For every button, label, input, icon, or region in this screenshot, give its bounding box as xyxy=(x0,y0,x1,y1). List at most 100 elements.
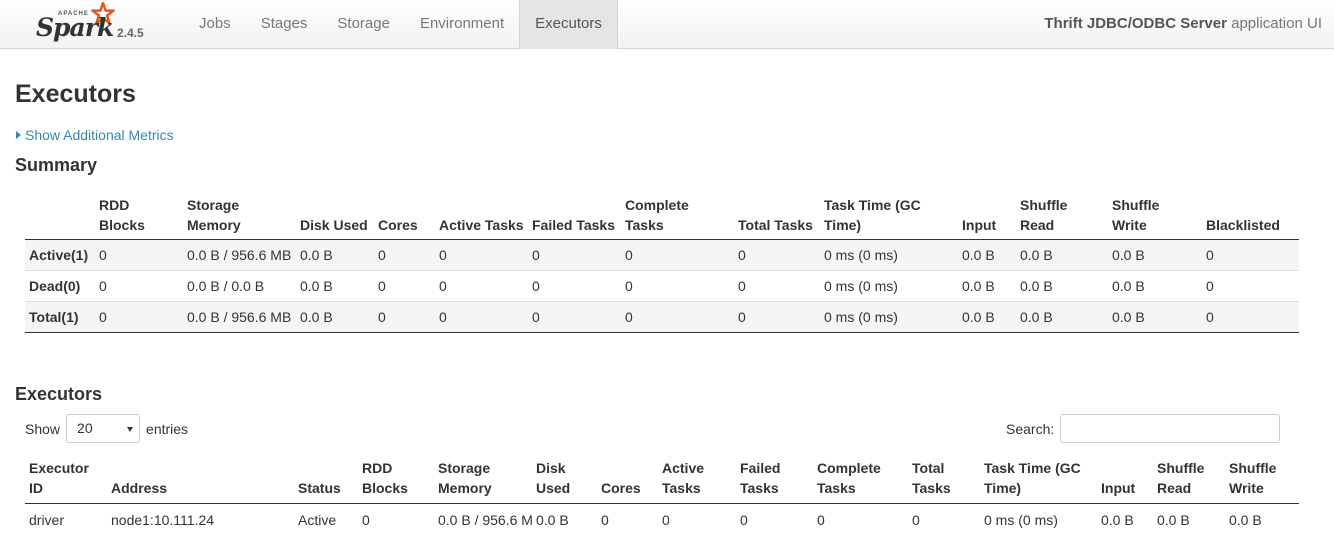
tab-storage[interactable]: Storage xyxy=(322,0,405,49)
show-label: Show xyxy=(25,421,60,437)
executor-cell: 0 xyxy=(813,504,908,536)
summary-cell: 0.0 B xyxy=(296,240,374,271)
executor-cell: 0 xyxy=(358,504,434,536)
summary-cell: 0 xyxy=(95,271,183,302)
summary-col-failed-tasks[interactable]: Failed Tasks xyxy=(528,195,621,240)
executors-col-executor-id[interactable]: Executor ID xyxy=(25,458,107,504)
tab-jobs[interactable]: Jobs xyxy=(184,0,246,49)
summary-cell: 0 xyxy=(1202,302,1299,333)
executors-col-complete-tasks[interactable]: Complete Tasks xyxy=(813,458,908,504)
executor-cell: 0 xyxy=(658,504,736,536)
executors-col-shuffle-read[interactable]: Shuffle Read xyxy=(1153,458,1225,504)
summary-row-label: Active(1) xyxy=(25,240,95,271)
executors-col-active-tasks[interactable]: Active Tasks xyxy=(658,458,736,504)
summary-cell: 0 xyxy=(435,302,528,333)
summary-col-input[interactable]: Input xyxy=(958,195,1016,240)
executors-col-disk-used[interactable]: Disk Used xyxy=(532,458,597,504)
summary-col-cores[interactable]: Cores xyxy=(374,195,435,240)
summary-cell: 0.0 B / 956.6 MB xyxy=(183,302,296,333)
executor-cell: driver xyxy=(25,504,107,536)
application-title-suffix: application UI xyxy=(1227,15,1322,32)
spark-logo[interactable]: APACHE Spark 2.4.5 xyxy=(36,2,146,46)
application-title: Thrift JDBC/ODBC Server application UI xyxy=(1044,0,1322,48)
summary-row: Dead(0)00.0 B / 0.0 B0.0 B000000 ms (0 m… xyxy=(25,271,1299,302)
page-length-value: 20 xyxy=(77,420,93,436)
summary-cell: 0.0 B xyxy=(1108,271,1202,302)
show-additional-metrics-label: Show Additional Metrics xyxy=(25,127,174,143)
executor-cell: 0.0 B xyxy=(1225,504,1299,536)
executors-header-row: Executor IDAddressStatusRDD BlocksStorag… xyxy=(25,458,1299,504)
summary-cell: 0.0 B xyxy=(296,271,374,302)
executors-heading: Executors xyxy=(15,384,102,405)
summary-cell: 0 xyxy=(734,271,820,302)
summary-cell: 0 xyxy=(95,240,183,271)
summary-cell: 0.0 B / 0.0 B xyxy=(183,271,296,302)
executors-col-rdd-blocks[interactable]: RDD Blocks xyxy=(358,458,434,504)
summary-cell: 0.0 B xyxy=(1016,302,1108,333)
nav-tabs: Jobs Stages Storage Environment Executor… xyxy=(184,0,618,49)
summary-cell: 0 xyxy=(374,302,435,333)
summary-cell: 0 xyxy=(621,271,734,302)
summary-col-blacklisted[interactable]: Blacklisted xyxy=(1202,195,1299,240)
page-title: Executors xyxy=(15,80,136,109)
summary-col-active-tasks[interactable]: Active Tasks xyxy=(435,195,528,240)
executors-col-cores[interactable]: Cores xyxy=(597,458,658,504)
summary-col-rdd-blocks[interactable]: RDD Blocks xyxy=(95,195,183,240)
executor-cell: 0.0 B xyxy=(1153,504,1225,536)
show-additional-metrics-link[interactable]: Show Additional Metrics xyxy=(16,127,174,143)
summary-cell: 0.0 B xyxy=(1016,240,1108,271)
summary-cell: 0 xyxy=(734,240,820,271)
summary-table: RDD BlocksStorage MemoryDisk UsedCoresAc… xyxy=(25,195,1299,333)
executors-col-total-tasks[interactable]: Total Tasks xyxy=(908,458,980,504)
table-row: drivernode1:10.111.24Active00.0 B / 956.… xyxy=(25,504,1299,536)
summary-cell: 0 xyxy=(95,302,183,333)
spark-version: 2.4.5 xyxy=(117,26,144,40)
summary-col-shuffle-write[interactable]: Shuffle Write xyxy=(1108,195,1202,240)
summary-col-complete-tasks[interactable]: Complete Tasks xyxy=(621,195,734,240)
summary-col-disk-used[interactable]: Disk Used xyxy=(296,195,374,240)
summary-cell: 0.0 B xyxy=(958,271,1016,302)
executor-cell: Active xyxy=(294,504,358,536)
search-control: Search: xyxy=(1006,414,1280,443)
summary-col-shuffle-read[interactable]: Shuffle Read xyxy=(1016,195,1108,240)
summary-col-task-time-gc-time[interactable]: Task Time (GC Time) xyxy=(820,195,958,240)
summary-row: Active(1)00.0 B / 956.6 MB0.0 B000000 ms… xyxy=(25,240,1299,271)
summary-col-total-tasks[interactable]: Total Tasks xyxy=(734,195,820,240)
summary-cell: 0 xyxy=(374,271,435,302)
tab-stages[interactable]: Stages xyxy=(246,0,323,49)
executors-col-status[interactable]: Status xyxy=(294,458,358,504)
executors-col-failed-tasks[interactable]: Failed Tasks xyxy=(736,458,813,504)
tab-environment[interactable]: Environment xyxy=(405,0,519,49)
application-name: Thrift JDBC/ODBC Server xyxy=(1044,15,1227,32)
dropdown-caret-icon xyxy=(127,427,133,432)
summary-cell: 0 xyxy=(435,271,528,302)
executors-col-shuffle-write[interactable]: Shuffle Write xyxy=(1225,458,1299,504)
executors-table: Executor IDAddressStatusRDD BlocksStorag… xyxy=(25,458,1299,536)
search-label: Search: xyxy=(1006,421,1054,437)
summary-cell: 0.0 B / 956.6 MB xyxy=(183,240,296,271)
summary-cell: 0.0 B xyxy=(1108,302,1202,333)
executors-col-input[interactable]: Input xyxy=(1097,458,1153,504)
executor-cell: 0 xyxy=(597,504,658,536)
summary-cell: 0 xyxy=(374,240,435,271)
tab-executors[interactable]: Executors xyxy=(519,0,618,49)
brand-spark-text: Spark xyxy=(36,13,113,42)
executor-cell: 0 ms (0 ms) xyxy=(980,504,1097,536)
summary-cell: 0 ms (0 ms) xyxy=(820,302,958,333)
executor-cell: 0.0 B / 956.6 MB xyxy=(434,504,532,536)
summary-cell: 0 xyxy=(1202,271,1299,302)
executor-cell: 0.0 B xyxy=(532,504,597,536)
executors-col-storage-memory[interactable]: Storage Memory xyxy=(434,458,532,504)
top-navbar: APACHE Spark 2.4.5 Jobs Stages Storage E… xyxy=(0,0,1334,49)
search-input[interactable] xyxy=(1060,414,1280,443)
page-length-control: Show 20 entries xyxy=(25,414,188,443)
summary-cell: 0.0 B xyxy=(1016,271,1108,302)
page-length-select[interactable]: 20 xyxy=(66,414,140,443)
summary-col-storage-memory[interactable]: Storage Memory xyxy=(183,195,296,240)
summary-cell: 0 xyxy=(1202,240,1299,271)
summary-cell: 0 xyxy=(621,302,734,333)
executors-col-task-time-gc-time[interactable]: Task Time (GC Time) xyxy=(980,458,1097,504)
entries-label: entries xyxy=(146,421,188,437)
caret-right-icon xyxy=(16,131,21,139)
executors-col-address[interactable]: Address xyxy=(107,458,294,504)
